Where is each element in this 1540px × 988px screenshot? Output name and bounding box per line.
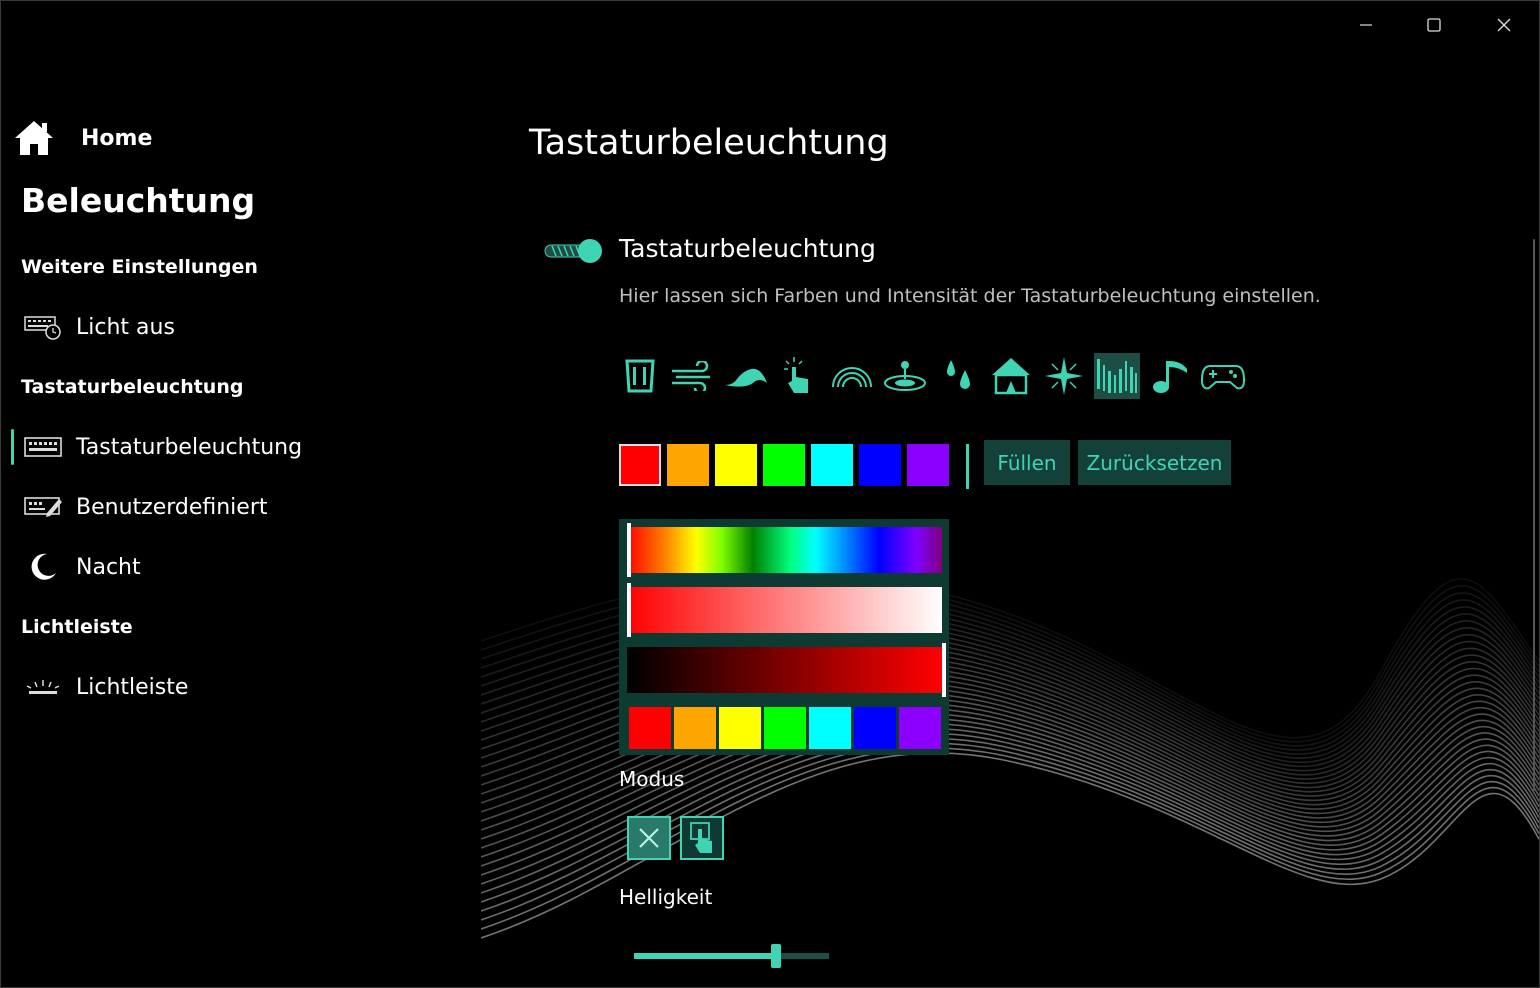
color-swatch[interactable]	[619, 444, 661, 486]
sidebar-item-nacht[interactable]: Nacht	[21, 544, 441, 590]
home-icon	[15, 121, 53, 155]
sidebar-item-label: Licht aus	[76, 314, 175, 340]
preset-swatch[interactable]	[854, 707, 896, 749]
ripple-icon[interactable]	[882, 353, 928, 399]
keyboard-icon	[23, 432, 63, 462]
lighting-toggle[interactable]	[544, 238, 604, 264]
light-bar-icon	[23, 672, 63, 702]
reset-button[interactable]: Zurücksetzen	[1078, 440, 1231, 485]
brightness-label: Helligkeit	[619, 885, 713, 909]
scrollbar[interactable]	[1533, 239, 1535, 791]
color-swatch[interactable]	[859, 444, 901, 486]
sparkle-icon[interactable]	[1041, 353, 1087, 399]
color-swatch[interactable]	[667, 444, 709, 486]
home-label: Home	[81, 125, 153, 151]
saturation-handle[interactable]	[627, 583, 631, 637]
touch-mode-icon[interactable]	[680, 816, 724, 860]
separator	[966, 444, 969, 489]
preset-swatch[interactable]	[809, 707, 851, 749]
preset-swatch[interactable]	[629, 707, 671, 749]
keyboard-timer-icon	[23, 312, 63, 342]
sidebar-item-label: Lichtleiste	[76, 674, 189, 700]
selection-indicator	[11, 429, 14, 465]
app-window: Home Beleuchtung Weitere Einstellungen L…	[0, 0, 1540, 988]
touch-icon[interactable]	[776, 353, 822, 399]
sidebar-item-lichtleiste[interactable]: Lichtleiste	[21, 664, 441, 710]
moon-icon	[23, 552, 63, 582]
music-icon[interactable]	[1147, 353, 1193, 399]
raindrop-icon[interactable]	[935, 353, 981, 399]
saturation-slider[interactable]	[627, 587, 942, 633]
sidebar-item-label: Tastaturbeleuchtung	[76, 434, 303, 460]
slider-thumb[interactable]	[771, 944, 782, 968]
page-title: Tastaturbeleuchtung	[529, 123, 889, 163]
preset-swatch[interactable]	[719, 707, 761, 749]
color-swatch[interactable]	[811, 444, 853, 486]
brightness-slider[interactable]	[634, 941, 829, 971]
keyboard-edit-icon	[23, 492, 63, 522]
preset-swatch[interactable]	[764, 707, 806, 749]
hue-handle[interactable]	[627, 523, 631, 577]
sidebar-item-label: Benutzerdefiniert	[76, 494, 268, 520]
preset-swatch[interactable]	[674, 707, 716, 749]
gamepad-icon[interactable]	[1200, 353, 1246, 399]
sidebar-item-tastaturbeleuchtung[interactable]: Tastaturbeleuchtung	[21, 424, 441, 470]
fill-button[interactable]: Füllen	[984, 440, 1070, 485]
color-swatch[interactable]	[715, 444, 757, 486]
close-mode-icon[interactable]	[627, 816, 671, 860]
maximize-icon[interactable]	[1411, 7, 1457, 43]
value-slider[interactable]	[627, 647, 942, 693]
color-swatches	[619, 444, 955, 486]
value-handle[interactable]	[942, 643, 946, 697]
description: Hier lassen sich Farben und Intensität d…	[619, 285, 1321, 307]
section-tastaturbeleuchtung: Tastaturbeleuchtung	[21, 376, 244, 398]
home-button[interactable]: Home	[13, 119, 152, 157]
wave-icon[interactable]	[723, 353, 769, 399]
effect-list	[617, 353, 1253, 399]
wind-icon[interactable]	[670, 353, 716, 399]
preset-swatches	[629, 707, 944, 749]
toggle-label: Tastaturbeleuchtung	[619, 234, 876, 263]
slider-fill	[634, 953, 777, 959]
rainbow-icon[interactable]	[829, 353, 875, 399]
mode-label: Modus	[619, 767, 685, 791]
color-swatch[interactable]	[907, 444, 949, 486]
color-swatch[interactable]	[763, 444, 805, 486]
sidebar-item-benutzerdefiniert[interactable]: Benutzerdefiniert	[21, 484, 441, 530]
close-icon[interactable]	[1481, 7, 1527, 43]
color-picker	[619, 519, 949, 755]
minimize-icon[interactable]	[1343, 7, 1389, 43]
circus-icon[interactable]	[988, 353, 1034, 399]
preset-swatch[interactable]	[899, 707, 941, 749]
aurora-icon[interactable]	[1094, 353, 1140, 399]
hue-slider[interactable]	[627, 527, 942, 573]
static-icon[interactable]	[617, 353, 663, 399]
sidebar-title: Beleuchtung	[21, 181, 256, 220]
section-lichtleiste: Lichtleiste	[21, 616, 133, 638]
sidebar-item-licht-aus[interactable]: Licht aus	[21, 304, 441, 350]
sidebar-item-label: Nacht	[76, 554, 141, 580]
section-weitere-einstellungen: Weitere Einstellungen	[21, 256, 258, 278]
